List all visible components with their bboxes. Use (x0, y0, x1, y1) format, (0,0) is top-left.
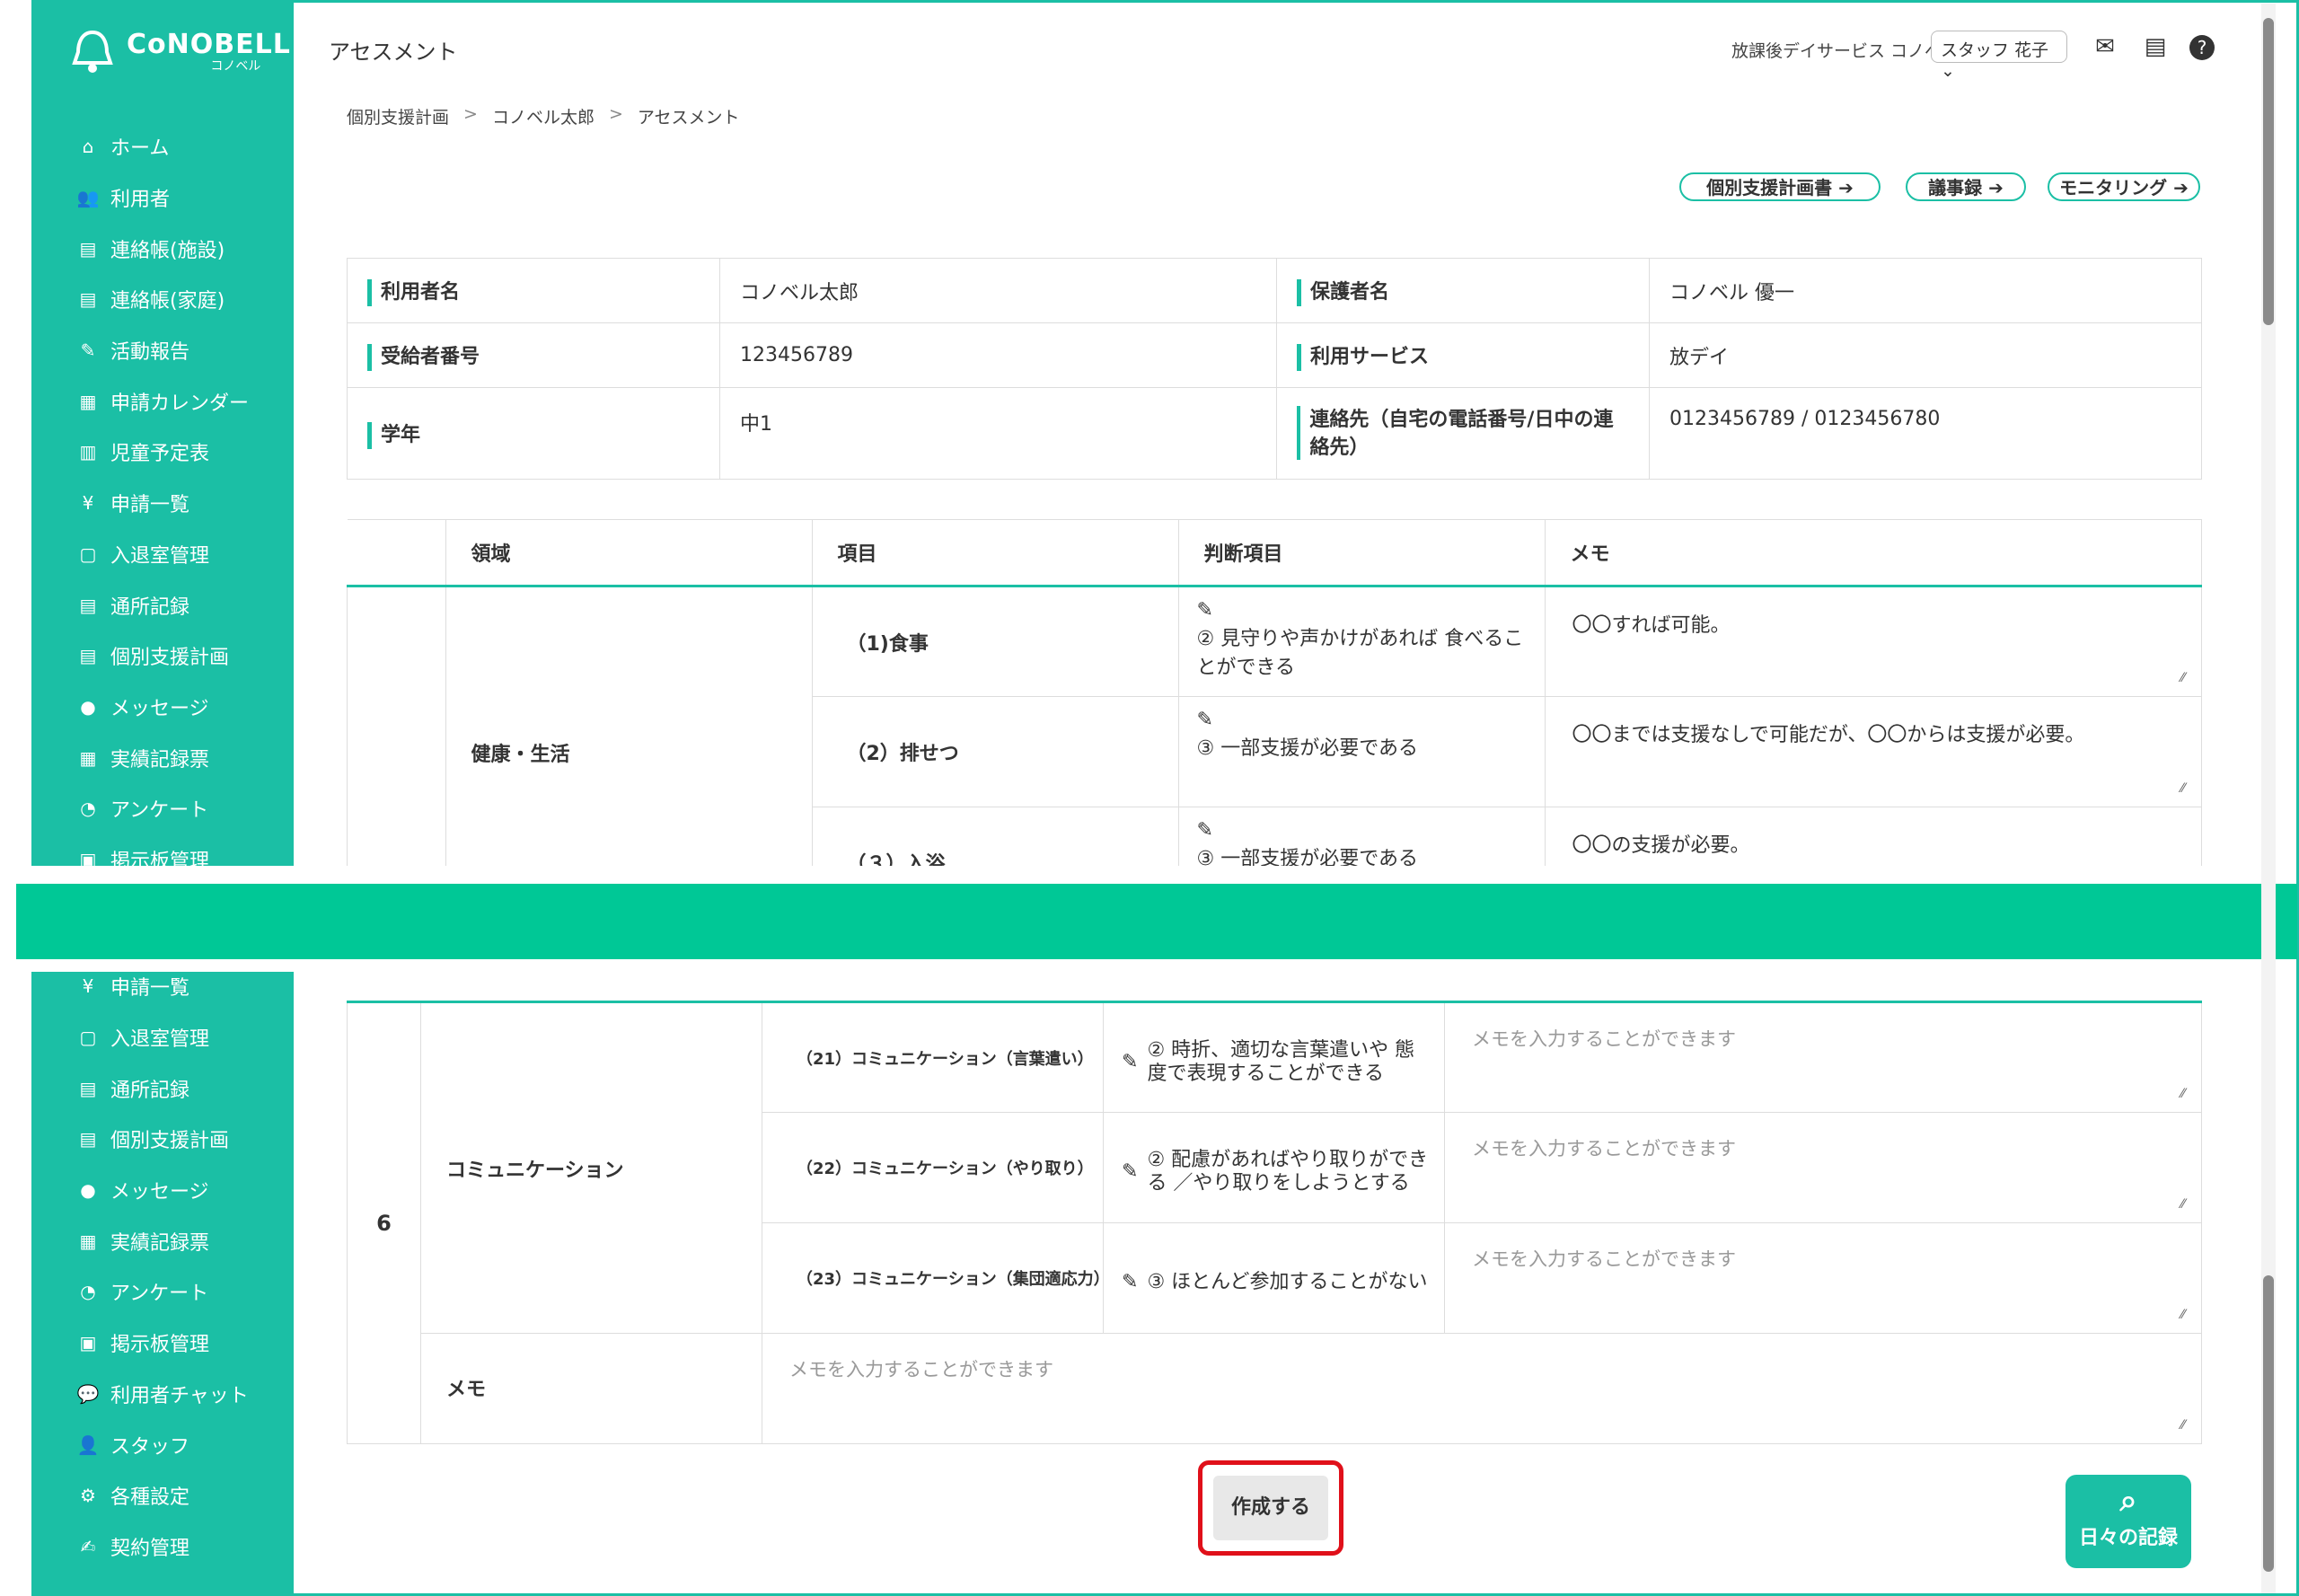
grade-value: 中1 (719, 387, 1277, 480)
guardian-value: コノベル 優一 (1649, 258, 2202, 323)
resize-handle-icon[interactable]: ⁄⁄ (2180, 1418, 2185, 1433)
edit-icon[interactable]: ✎ (1122, 1051, 1138, 1074)
memo-textarea[interactable]: 〇〇の支援が必要。 (1544, 807, 2202, 866)
staff-select[interactable]: スタッフ 花子 ⌄ (1931, 31, 2067, 81)
facility-name: 放課後デイサービス コノベル (1731, 41, 1960, 61)
no-header (347, 519, 446, 587)
memo-placeholder: メモを入力することができます (1472, 1138, 1736, 1160)
assessment-table: 6 コミュニケーション （21）コミュニケーション（言葉遣い） ✎ ② 時折、適切… (347, 999, 2202, 1444)
breadcrumb-current: アセスメント (637, 108, 740, 128)
breadcrumb: 個別支援計画 > コノベル太郎 > アセスメント (347, 104, 740, 128)
resize-handle-icon[interactable]: ⁄⁄ (2180, 1197, 2185, 1212)
memo-textarea[interactable]: 〇〇までは支援なしで可能だが、〇〇からは支援が必要。 ⁄⁄ (1544, 696, 2202, 807)
breadcrumb-sep: > (463, 104, 478, 124)
memo-textarea[interactable]: メモを入力することができます ⁄⁄ (1444, 1222, 2202, 1334)
judge-cell[interactable]: ✎ ② 時折、適切な言葉遣いや 態度で表現することができる (1103, 1001, 1445, 1113)
chevron-down-icon: ⌄ (1941, 61, 1955, 81)
judge-text: ③ 一部支援が必要である (1196, 848, 1419, 866)
edit-icon[interactable]: ✎ (1197, 706, 1532, 735)
memo-text: 〇〇までは支援なしで可能だが、〇〇からは支援が必要。 (1572, 724, 2085, 746)
service-value: 放デイ (1649, 322, 2202, 388)
resize-handle-icon[interactable]: ⁄⁄ (2180, 1087, 2185, 1101)
judge-text: ② 見守りや声かけがあれば 食べることができる (1196, 628, 1524, 679)
judge-text: ② 時折、適切な言葉遣いや 態度で表現することができる (1147, 1038, 1415, 1085)
judge-cell[interactable]: ✎ ③ 一部支援が必要である (1177, 696, 1546, 807)
scrollbar-thumb[interactable] (2263, 18, 2274, 325)
resize-handle-icon[interactable]: ⁄⁄ (2180, 1308, 2185, 1322)
user-info-table: 利用者名 コノベル太郎 保護者名 コノベル 優一 受給者番号 123456789… (347, 258, 2202, 480)
contact-value: 0123456789 / 0123456780 (1649, 387, 2202, 480)
user-name-value: コノベル太郎 (719, 258, 1277, 323)
memo-textarea[interactable]: メモを入力することができます ⁄⁄ (1444, 1001, 2202, 1113)
service-label: 利用サービス (1276, 322, 1650, 388)
recipient-value: 123456789 (719, 322, 1277, 388)
judge-cell[interactable]: ✎ ③ ほとんど参加することがない (1103, 1222, 1445, 1334)
user-name-label: 利用者名 (347, 258, 720, 323)
item-cell: （３）入浴 (811, 807, 1179, 866)
memo-textarea[interactable]: メモを入力することができます ⁄⁄ (1444, 1112, 2202, 1223)
daily-records-label: 日々の記録 (2078, 1527, 2178, 1549)
recipient-label: 受給者番号 (347, 322, 720, 388)
breadcrumb-user[interactable]: コノベル太郎 (492, 104, 595, 128)
mail-icon[interactable]: ✉ (2091, 32, 2119, 61)
row-number: 6 (347, 1001, 421, 1444)
breadcrumb-plan[interactable]: 個別支援計画 (347, 104, 449, 128)
memo-textarea[interactable]: 〇〇すれば可能。 ⁄⁄ (1544, 586, 2202, 697)
contact-label: 連絡先（自宅の電話番号/日中の連絡先） (1276, 387, 1650, 480)
memo-header: メモ (1544, 519, 2202, 587)
grade-label: 学年 (347, 387, 720, 480)
judge-cell[interactable]: ✎ ② 配慮があればやり取りができる ／やり取りをしようとする (1103, 1112, 1445, 1223)
judge-text: ③ 一部支援が必要である (1196, 737, 1419, 760)
guardian-label: 保護者名 (1276, 258, 1650, 323)
daily-records-button[interactable]: ⌕ 日々の記録 (2066, 1475, 2191, 1568)
domain-cell: 健康・生活 (445, 586, 813, 866)
memo-placeholder: メモを入力することができます (789, 1359, 1053, 1380)
item-cell: （23）コミュニケーション（集団適応力） (762, 1222, 1110, 1334)
page-title: アセスメント (329, 40, 458, 65)
item-cell: （1)食事 (811, 586, 1179, 697)
view-bottom: 6 コミュニケーション （21）コミュニケーション（言葉遣い） ✎ ② 時折、適切… (0, 972, 2299, 1596)
memo-label: メモ (420, 1333, 762, 1444)
domain-cell: コミュニケーション (420, 1001, 762, 1334)
row-number: 1 (347, 586, 446, 866)
assessment-table: 領域 項目 判断項目 メモ 1 健康・生活 （1)食事 ✎ ② 見守りや声かけがあ… (347, 519, 2202, 866)
create-button-highlight: 作成する (1198, 1460, 1343, 1556)
item-cell: （21）コミュニケーション（言葉遣い） (762, 1001, 1104, 1113)
section-separator (16, 884, 2297, 959)
item-cell: （22）コミュニケーション（やり取り） (762, 1112, 1104, 1223)
resize-handle-icon[interactable]: ⁄⁄ (2180, 781, 2185, 796)
support-plan-doc-button[interactable]: 個別支援計画書 ➔ (1679, 172, 1881, 201)
edit-icon[interactable]: ✎ (1122, 1160, 1138, 1184)
item-cell: （2）排せつ (811, 696, 1179, 807)
scrollbar-thumb[interactable] (2263, 1275, 2274, 1572)
memo-text: 〇〇の支援が必要。 (1572, 834, 1750, 857)
search-icon: ⌕ (2119, 1483, 2137, 1519)
edit-icon[interactable]: ✎ (1197, 596, 1532, 625)
edit-icon[interactable]: ✎ (1197, 816, 1532, 845)
staff-select-value: スタッフ 花子 (1941, 40, 2049, 60)
memo-placeholder: メモを入力することができます (1472, 1028, 1736, 1050)
memo-text: 〇〇すれば可能。 (1572, 614, 1731, 637)
create-button[interactable]: 作成する (1213, 1476, 1328, 1540)
monitoring-button[interactable]: モニタリング ➔ (2048, 172, 2200, 201)
edit-icon[interactable]: ✎ (1122, 1271, 1138, 1294)
judge-text: ② 配慮があればやり取りができる ／やり取りをしようとする (1147, 1149, 1429, 1195)
section-memo-textarea[interactable]: メモを入力することができます ⁄⁄ (762, 1333, 2202, 1444)
view-top: アセスメント 放課後デイサービス コノベル スタッフ 花子 ⌄ ✉ ▤ ? 個別… (0, 0, 2299, 866)
judge-cell[interactable]: ✎ ② 見守りや声かけがあれば 食べることができる (1177, 586, 1546, 697)
judge-cell[interactable]: ✎ ③ 一部支援が必要である (1177, 807, 1546, 866)
help-icon[interactable]: ? (2188, 32, 2216, 61)
minutes-button[interactable]: 議事録 ➔ (1906, 172, 2026, 201)
resize-handle-icon[interactable]: ⁄⁄ (2180, 671, 2185, 685)
judge-text: ③ ほとんど参加することがない (1147, 1271, 1428, 1293)
item-header: 項目 (811, 519, 1179, 587)
breadcrumb-sep: > (608, 104, 623, 124)
manual-icon[interactable]: ▤ (2141, 32, 2170, 61)
memo-placeholder: メモを入力することができます (1472, 1248, 1736, 1270)
judge-header: 判断項目 (1177, 519, 1546, 587)
domain-header: 領域 (445, 519, 813, 587)
